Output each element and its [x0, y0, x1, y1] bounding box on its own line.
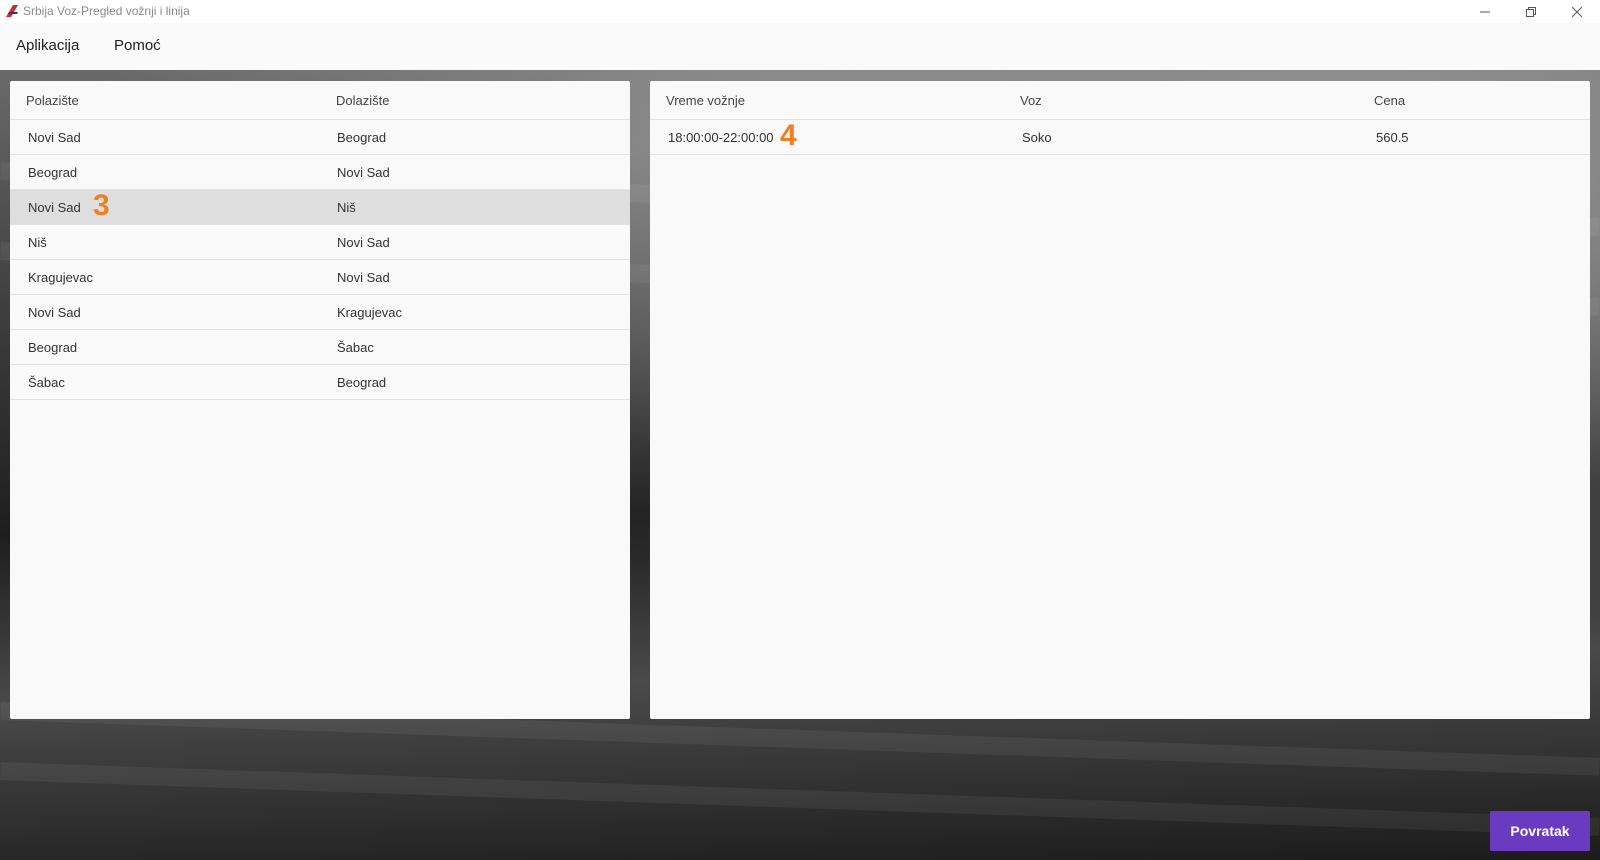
annotation-marker: 4 — [780, 119, 797, 152]
cell-departure: Šabac — [28, 375, 65, 390]
cell-arrival: Beograd — [337, 375, 387, 390]
routes-table: Polazište Dolazište Novi Sad Beograd Beo… — [10, 81, 630, 719]
table-row-selected[interactable]: Novi Sad 3 Niš — [10, 189, 630, 225]
table-row[interactable]: Niš Novi Sad — [10, 225, 630, 260]
cell-departure: Beograd — [28, 340, 78, 355]
cell-arrival: Niš — [337, 200, 356, 215]
cell-departure: Beograd — [28, 165, 78, 180]
cell-arrival: Šabac — [337, 340, 374, 355]
rides-table: Vreme vožnje Voz Cena 18:00:00-22:00:00 … — [650, 81, 1590, 719]
cell-arrival: Novi Sad — [337, 270, 390, 285]
restore-icon — [1526, 6, 1536, 17]
menu-pomoc[interactable]: Pomoć — [114, 37, 161, 54]
restore-button[interactable] — [1508, 0, 1554, 23]
train-logo-icon — [6, 5, 18, 17]
window-title: Srbija Voz-Pregled vožnji i linija — [23, 4, 190, 18]
table-row[interactable]: 18:00:00-22:00:00 4 Soko 560.5 — [650, 119, 1590, 155]
cell-ride-time: 18:00:00-22:00:00 — [668, 130, 774, 145]
title-bar: Srbija Voz-Pregled vožnji i linija — [0, 0, 1600, 23]
column-header-train[interactable]: Voz — [1020, 93, 1042, 108]
close-button[interactable] — [1554, 0, 1600, 23]
cell-price: 560.5 — [1376, 130, 1409, 145]
column-header-arrival[interactable]: Dolazište — [336, 93, 389, 108]
table-row[interactable]: Novi Sad Beograd — [10, 120, 630, 155]
cell-arrival: Novi Sad — [337, 165, 390, 180]
table-row[interactable]: Kragujevac Novi Sad — [10, 260, 630, 295]
cell-departure: Novi Sad — [28, 130, 81, 145]
cell-departure: Novi Sad — [28, 200, 81, 215]
back-button[interactable]: Povratak — [1490, 811, 1590, 851]
background-stripe — [0, 762, 1600, 836]
table-row[interactable]: Šabac Beograd — [10, 365, 630, 400]
column-header-price[interactable]: Cena — [1374, 93, 1405, 108]
minimize-icon — [1480, 11, 1490, 12]
minimize-button[interactable] — [1462, 0, 1508, 23]
annotation-marker: 3 — [93, 189, 110, 222]
cell-arrival: Beograd — [337, 130, 387, 145]
column-header-departure[interactable]: Polazište — [26, 93, 79, 108]
cell-departure: Novi Sad — [28, 305, 81, 320]
menu-aplikacija[interactable]: Aplikacija — [16, 37, 79, 54]
table-row[interactable]: Beograd Šabac — [10, 330, 630, 365]
routes-table-header: Polazište Dolazište — [10, 81, 630, 120]
rides-table-header: Vreme vožnje Voz Cena — [650, 81, 1590, 120]
cell-arrival: Kragujevac — [337, 305, 403, 320]
cell-departure: Niš — [28, 235, 47, 250]
menu-bar: Aplikacija Pomoć — [0, 23, 1600, 70]
cell-arrival: Novi Sad — [337, 235, 390, 250]
cell-train: Soko — [1022, 130, 1052, 145]
table-row[interactable]: Beograd Novi Sad — [10, 155, 630, 190]
table-row[interactable]: Novi Sad Kragujevac — [10, 295, 630, 330]
column-header-ride-time[interactable]: Vreme vožnje — [666, 93, 745, 108]
cell-departure: Kragujevac — [28, 270, 94, 285]
close-icon — [1572, 6, 1582, 17]
